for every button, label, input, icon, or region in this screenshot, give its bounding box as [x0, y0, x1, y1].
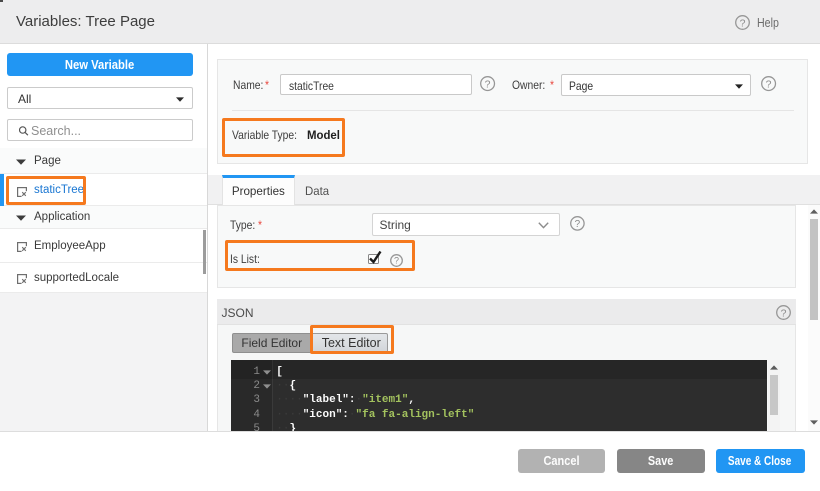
- svg-text:?: ?: [766, 80, 772, 91]
- svg-text:?: ?: [484, 80, 490, 91]
- svg-text:?: ?: [574, 219, 580, 230]
- svg-text:?: ?: [780, 307, 786, 319]
- svg-text:?: ?: [739, 17, 745, 29]
